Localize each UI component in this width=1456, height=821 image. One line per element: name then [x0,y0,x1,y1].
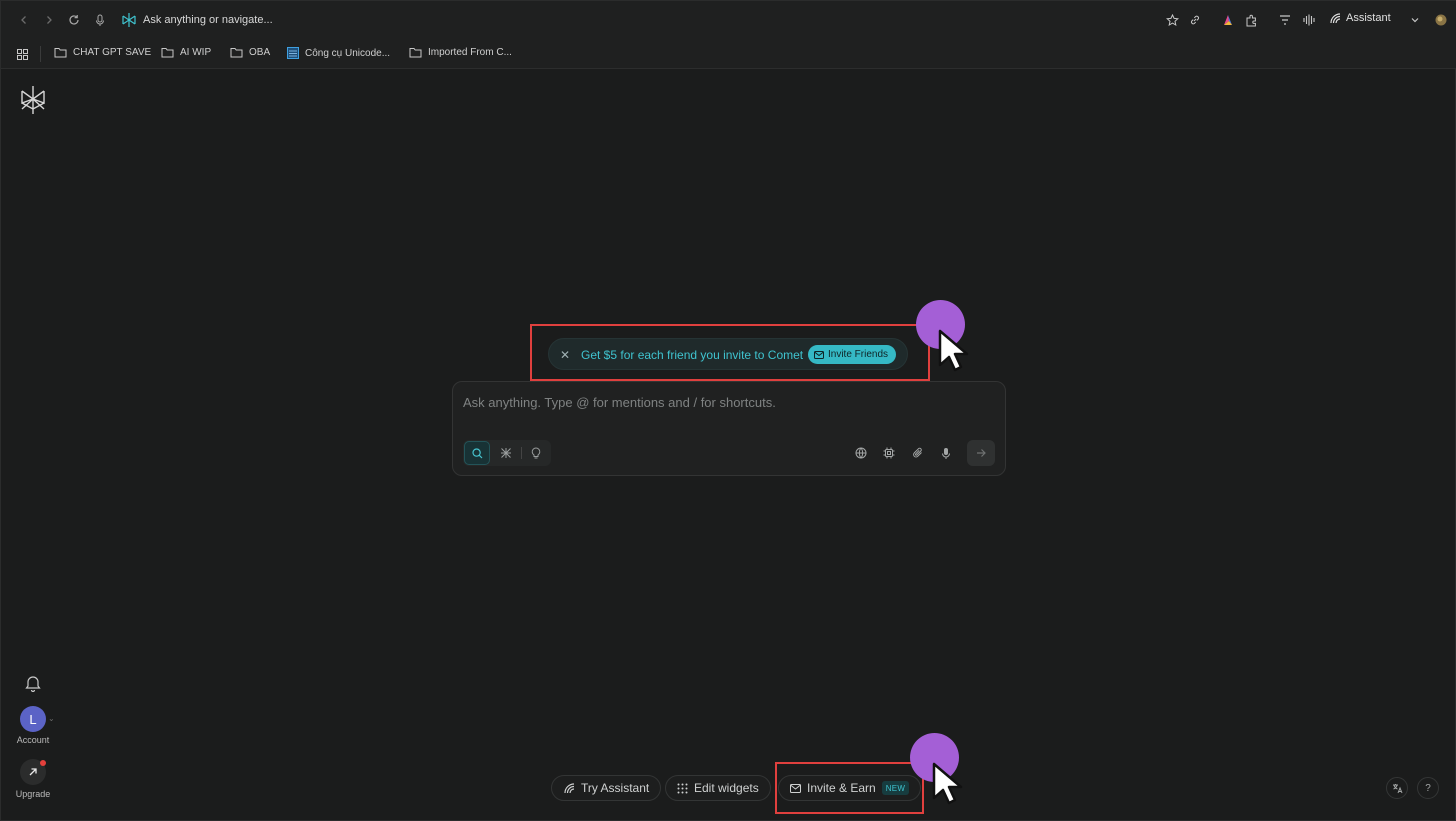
promo-text: Get $5 for each friend you invite to Com… [581,348,804,362]
arrow-right-icon [977,449,986,457]
color-extension-icon[interactable] [1219,12,1235,28]
omnibox[interactable]: Ask anything or navigate... [121,10,273,30]
send-button[interactable] [967,440,995,466]
bookmark-star-icon[interactable] [1164,12,1180,28]
search-icon [471,447,482,458]
chevron-down-icon[interactable] [1407,12,1423,28]
folder-icon [161,48,174,58]
edit-widgets-button[interactable]: Edit widgets [665,775,771,801]
folder-icon [230,48,243,58]
mode-selector [463,440,551,466]
browser-window: Ask anything or navigate... Assistant CH… [0,0,1456,821]
research-mode-button[interactable] [493,441,519,465]
assistant-button[interactable]: Assistant [1329,12,1391,24]
reload-icon[interactable] [66,12,82,28]
apps-grid-icon[interactable] [14,46,30,62]
bookmark-label: CHAT GPT SAVE [73,47,152,58]
back-icon[interactable] [16,12,32,28]
reading-list-icon[interactable] [1277,12,1293,28]
research-icon [501,448,511,458]
profile-avatar-icon[interactable] [1433,12,1449,28]
cpu-chip-icon[interactable] [880,444,898,462]
bookmark-label: OBA [249,47,271,58]
assistant-icon [564,783,575,794]
voice-wave-icon[interactable] [1301,12,1317,28]
bookmarks-separator [40,46,41,62]
extensions-puzzle-icon[interactable] [1243,12,1259,28]
lightbulb-icon [531,447,541,459]
help-icon[interactable]: ? [1417,777,1439,799]
bookmark-cong-cu-unicode[interactable]: Công cụ Unicode... [287,47,390,59]
mouse-cursor-icon [932,762,963,805]
notification-dot [40,760,46,766]
upgrade-label: Upgrade [15,789,51,799]
omnibox-placeholder: Ask anything or navigate... [143,14,273,26]
bookmark-label: Công cụ Unicode... [305,47,391,59]
grid-dots-icon [677,783,688,793]
close-icon[interactable]: ✕ [559,348,571,362]
paperclip-icon[interactable] [909,444,927,462]
edit-widgets-label: Edit widgets [694,781,759,795]
assistant-icon [1330,13,1341,24]
mode-separator [521,447,522,459]
mail-icon [814,350,824,359]
account-label: Account [16,735,50,745]
globe-icon[interactable] [852,444,870,462]
invite-earn-highlight-box [775,762,924,814]
arrow-up-right-icon [29,768,37,776]
bookmark-label: AI WIP [180,47,212,58]
folder-icon [54,48,67,58]
comet-logo-icon [122,13,136,27]
composer-input[interactable] [463,392,993,412]
try-assistant-label: Try Assistant [581,781,650,795]
unicode-icon [287,47,299,59]
invite-friends-button[interactable]: Invite Friends [808,345,897,364]
forward-icon[interactable] [41,12,57,28]
search-composer [452,381,1006,476]
assistant-label: Assistant [1346,12,1391,24]
mouse-cursor-icon [938,329,969,372]
search-mode-button[interactable] [464,441,490,465]
bookmark-label: Imported From C... [428,47,512,58]
invite-friends-label: Invite Friends [828,349,889,360]
bookmark-chat-gpt-save[interactable]: CHAT GPT SAVE [54,47,151,58]
bookmarks-bar: CHAT GPT SAVE AI WIP OBA Công cụ Unicode… [1,39,1456,69]
bookmark-ai-wip[interactable]: AI WIP [161,47,211,58]
chevron-down-icon[interactable]: ⌄ [48,714,55,723]
bell-icon[interactable] [25,674,41,692]
link-icon[interactable] [1187,12,1203,28]
bookmark-oba[interactable]: OBA [230,47,270,58]
labs-mode-button[interactable] [523,441,549,465]
account-avatar[interactable]: L [20,706,46,732]
perplexity-logo-icon[interactable] [19,85,47,115]
bookmark-imported-from[interactable]: Imported From C... [409,47,512,58]
microphone-icon[interactable] [92,12,108,28]
browser-toolbar: Ask anything or navigate... Assistant [1,1,1456,39]
folder-icon [409,48,422,58]
microphone-icon[interactable] [937,444,955,462]
translate-icon[interactable] [1386,777,1408,799]
invite-promo-banner: ✕ Get $5 for each friend you invite to C… [548,338,908,370]
try-assistant-button[interactable]: Try Assistant [551,775,662,801]
